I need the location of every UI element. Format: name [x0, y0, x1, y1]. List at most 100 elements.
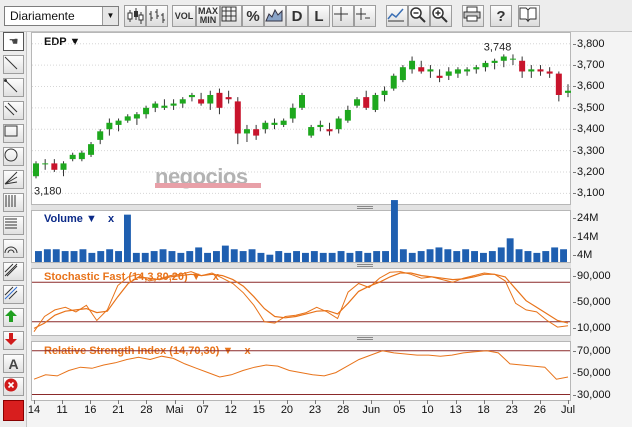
candle-down: [546, 71, 553, 74]
volume-bar: [515, 249, 523, 262]
volume-bar: [35, 251, 42, 262]
volume-bar: [79, 249, 87, 262]
candle-up: [262, 122, 269, 130]
volume-bar: [302, 252, 309, 262]
candle-down: [363, 97, 370, 108]
volume-bar: [488, 251, 496, 262]
candle-up: [69, 154, 76, 160]
volume-bar: [373, 251, 381, 262]
candle-up: [97, 131, 104, 140]
volume-bar: [124, 214, 131, 262]
volume-bar: [453, 251, 461, 262]
candle-up: [344, 109, 351, 121]
volume-bar: [319, 252, 327, 262]
candle-up: [308, 127, 315, 136]
volume-bar: [542, 251, 550, 262]
volume-bar: [399, 249, 407, 262]
candle-down: [326, 129, 333, 132]
candle-up: [399, 67, 406, 81]
volume-bar: [310, 251, 318, 262]
volume-bar: [497, 247, 505, 262]
volume-bar: [132, 252, 140, 262]
candle-up: [354, 99, 361, 106]
candles: [33, 54, 571, 179]
candle-up: [60, 163, 67, 170]
volume-bar: [106, 249, 114, 262]
volume-bar: [88, 252, 96, 262]
volume-bar: [115, 251, 122, 262]
candle-down: [555, 73, 562, 95]
volume-bar: [141, 252, 149, 262]
candle-up: [42, 163, 49, 165]
candle-up: [188, 94, 195, 98]
volume-bar: [150, 251, 158, 262]
candle-up: [473, 67, 480, 70]
volume-bar: [159, 249, 167, 262]
candle-down: [253, 129, 260, 136]
volume-bar: [435, 247, 443, 262]
volume-bar: [266, 254, 274, 262]
candle-up: [152, 103, 159, 108]
volume-bar: [186, 251, 194, 262]
stochastic-lines: [32, 271, 570, 332]
volume-bar: [551, 247, 559, 262]
volume-bar: [408, 252, 416, 262]
volume-bar: [204, 252, 211, 262]
candle-up: [88, 144, 95, 155]
candle-up: [179, 99, 186, 104]
volume-bar: [230, 249, 238, 262]
volume-bar: [462, 249, 470, 262]
candle-down: [436, 75, 443, 78]
volume-bar: [426, 249, 434, 262]
volume-bar: [506, 238, 514, 262]
volume-bar: [328, 252, 336, 262]
candle-up: [78, 152, 85, 160]
candle-up: [124, 116, 131, 121]
volume-bar: [213, 251, 220, 262]
chart-canvas: 3,748 3,180: [32, 41, 571, 396]
volume-bar: [168, 251, 176, 262]
candle-up: [161, 105, 168, 108]
volume-bar: [257, 252, 265, 262]
volume-bar: [177, 252, 185, 262]
candle-up: [143, 107, 150, 115]
candle-up: [409, 60, 416, 70]
volume-bar: [61, 251, 69, 262]
volume-bar: [284, 252, 292, 262]
volume-bar: [195, 247, 203, 262]
volume-bar: [533, 252, 541, 262]
volume-bar: [221, 245, 229, 262]
candle-up: [207, 94, 214, 104]
candle-up: [106, 122, 113, 130]
volume-bar: [417, 251, 425, 262]
volume-bar: [248, 249, 256, 262]
rsi-lines: [32, 350, 570, 396]
volume-bar: [391, 200, 398, 262]
volume-bar: [444, 249, 452, 262]
candle-up: [33, 163, 39, 177]
volume-bar: [275, 251, 283, 262]
candle-up: [271, 122, 278, 125]
candle-up: [115, 120, 122, 125]
candle-up: [500, 56, 507, 61]
candle-up: [299, 94, 305, 108]
candle-up: [243, 129, 250, 134]
volume-bar: [524, 251, 532, 262]
volume-bar: [337, 251, 345, 262]
volume-bar: [382, 251, 389, 262]
candle-down: [537, 69, 544, 72]
candle-up: [170, 103, 177, 106]
candle-down: [198, 99, 205, 104]
candle-up: [491, 60, 498, 63]
candle-down: [51, 163, 58, 170]
volume-bar: [364, 252, 372, 262]
candle-up: [445, 71, 452, 76]
volume-bar: [471, 251, 478, 262]
stochastic-series-line: [33, 272, 569, 329]
candle-down: [418, 67, 425, 72]
volume-bar: [52, 249, 60, 262]
price-grid: [32, 43, 570, 194]
volume-bar: [560, 249, 567, 262]
candle-up: [390, 75, 397, 89]
max-price-label: 3,748: [484, 41, 512, 53]
